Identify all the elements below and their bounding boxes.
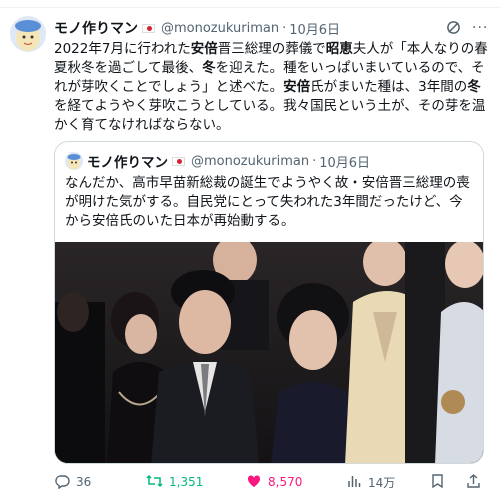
share-icon: [466, 473, 481, 492]
views-icon: [346, 473, 362, 492]
quoted-photo[interactable]: [55, 242, 483, 463]
bold-text: 冬: [467, 79, 481, 95]
separator-dot: ·: [282, 20, 287, 36]
separator-dot: ·: [312, 153, 317, 169]
bold-text: 安倍: [283, 79, 311, 95]
tweet-text: 2022年7月に行われた安倍晋三総理の葬儀で昭恵夫人が「本人なりの春夏秋冬を過ご…: [54, 40, 490, 135]
action-bar: 36 1,351 8,570 14万: [54, 470, 484, 494]
top-divider: [0, 0, 501, 8]
quoted-author-name[interactable]: モノ作りマン: [87, 151, 168, 171]
text-run: を経てようやく芽吹こうとしている。我々国民という土が、その芽を温かく育てなければ…: [54, 98, 486, 133]
author-handle[interactable]: @monozukuriman: [161, 21, 279, 36]
heart-icon: [246, 473, 262, 492]
japan-flag-icon: [172, 156, 185, 166]
quoted-avatar[interactable]: [65, 152, 83, 170]
text-run: 氏がまいた種は、3年間の: [310, 79, 468, 95]
quoted-date[interactable]: 10月6日: [319, 152, 370, 171]
quoted-tweet[interactable]: モノ作りマン @monozukuriman · 10月6日 なんだか、高市早苗新…: [54, 141, 484, 464]
tweet[interactable]: モノ作りマン @monozukuriman · 10月6日 ··· 2022年7…: [0, 8, 501, 500]
bold-text: 冬: [202, 60, 216, 76]
retweet-button[interactable]: 1,351: [146, 470, 203, 494]
bookmark-button[interactable]: [430, 470, 445, 494]
grok-icon[interactable]: [446, 20, 461, 39]
quoted-author-handle[interactable]: @monozukuriman: [191, 154, 309, 169]
bold-text: 昭恵: [325, 41, 353, 57]
like-button[interactable]: 8,570: [246, 470, 302, 494]
author-name[interactable]: モノ作りマン: [54, 18, 138, 38]
more-icon[interactable]: ···: [472, 20, 488, 36]
bold-text: 安倍: [190, 41, 218, 57]
tweet-header: モノ作りマン @monozukuriman · 10月6日: [54, 18, 340, 38]
text-run: 2022年7月に行われた: [54, 41, 191, 57]
reply-button[interactable]: 36: [54, 470, 91, 494]
quoted-header: モノ作りマン @monozukuriman · 10月6日: [87, 151, 370, 172]
avatar[interactable]: [10, 16, 46, 52]
quoted-text: なんだか、高市早苗新総裁の誕生でようやく故・安倍晋三総理の喪が明けた気がする。自…: [65, 175, 470, 229]
reply-icon: [54, 473, 70, 492]
tweet-date[interactable]: 10月6日: [289, 19, 340, 38]
share-button[interactable]: [466, 470, 481, 494]
like-count: 8,570: [268, 475, 303, 489]
japan-flag-icon: [142, 23, 155, 33]
retweet-count: 1,351: [169, 475, 204, 489]
reply-count: 36: [76, 475, 92, 489]
retweet-icon: [146, 473, 163, 492]
view-count: 14万: [368, 475, 396, 490]
text-run: 晋三総理の葬儀で: [217, 41, 326, 57]
views-button[interactable]: 14万: [346, 470, 395, 494]
bookmark-icon: [430, 473, 445, 492]
